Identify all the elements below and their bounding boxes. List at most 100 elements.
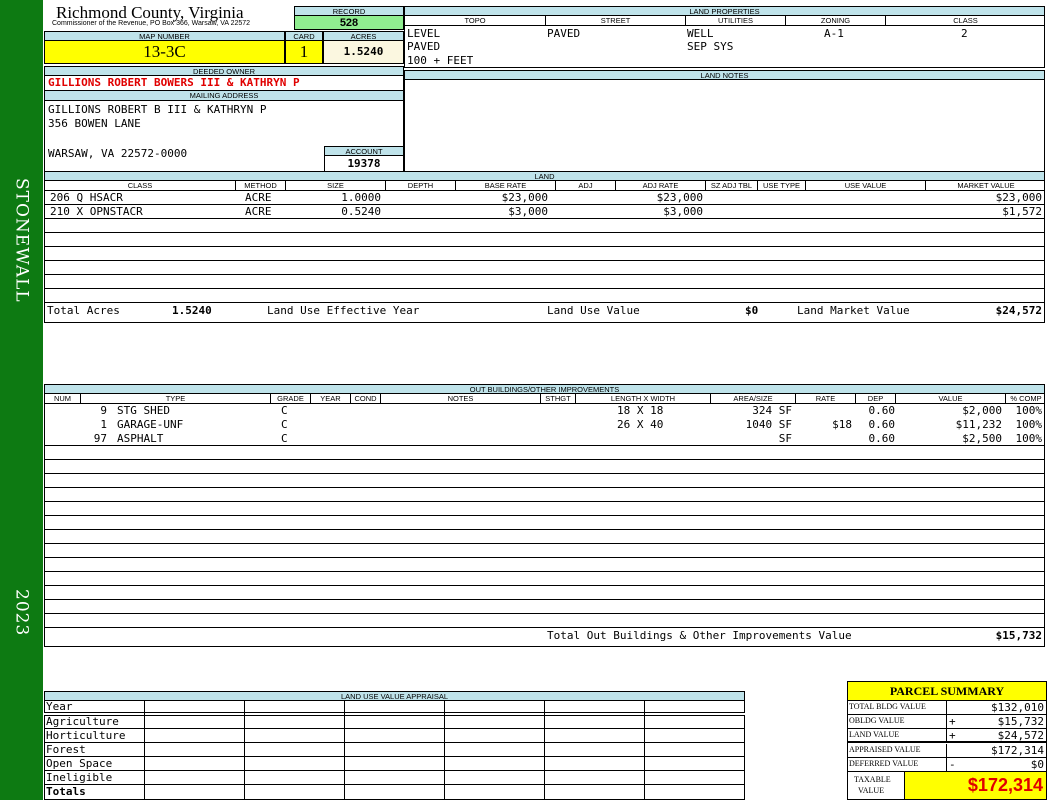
obldg-value: $15,732 — [997, 715, 1044, 728]
land-title: LAND — [44, 171, 1045, 181]
outbuildings-headers: NUM TYPE GRADE YEAR COND NOTES STHGT LEN… — [44, 394, 1045, 404]
ob-notes-header: NOTES — [380, 394, 540, 404]
utilities-1: WELL — [687, 27, 714, 40]
total-bldg-value: $132,010 — [991, 701, 1044, 714]
ob-type: ASPHALT — [117, 432, 164, 445]
deferred-value: $0 — [1030, 758, 1044, 771]
ob-sthgt-header: STHGT — [540, 394, 575, 404]
ob-year-header: YEAR — [310, 394, 350, 404]
land-sz-adj-header: SZ ADJ TBL — [705, 181, 757, 191]
ob-num: 97 — [93, 432, 107, 445]
ob-cond-header: COND — [350, 394, 380, 404]
land-adj-rate-header: ADJ RATE — [615, 181, 705, 191]
deferred-sign: - — [949, 758, 956, 771]
mailing-line-3: WARSAW, VA 22572-0000 — [48, 147, 188, 160]
table-row: 206 Q HSACR ACRE 1.0000 $23,000 $23,000 … — [45, 191, 1044, 204]
mailing-line-2: 356 BOWEN LANE — [48, 117, 141, 130]
land-method: ACRE — [245, 205, 272, 218]
summary-row: LAND VALUE + $24,572 — [848, 729, 1046, 743]
ob-type: STG SHED — [117, 404, 170, 417]
sidebar: STONEWALL 2023 — [0, 0, 43, 800]
land-size-header: SIZE — [285, 181, 385, 191]
land-method-header: METHOD — [235, 181, 285, 191]
taxable-label-1: TAXABLE — [854, 775, 891, 784]
land-class-header: CLASS — [127, 181, 153, 190]
topo-header: TOPO — [464, 16, 486, 25]
land-use-horticulture: Horticulture — [46, 729, 126, 742]
land-market-value-header: MARKET VALUE — [925, 181, 1046, 191]
ob-lxw-header: LENGTH X WIDTH — [575, 394, 710, 404]
land-size: 1.0000 — [341, 191, 381, 204]
ob-comp-header: % COMP — [1005, 394, 1046, 404]
utilities-header: UTILITIES — [685, 16, 785, 26]
land-value-label: LAND VALUE — [849, 730, 900, 739]
mailing-address-label: MAILING ADDRESS — [44, 91, 404, 101]
ob-value: $2,000 — [962, 404, 1002, 417]
land-use-value-header: USE VALUE — [805, 181, 925, 191]
ob-rate-header: RATE — [795, 394, 855, 404]
land-use-forest: Forest — [46, 743, 86, 756]
account-label: ACCOUNT — [324, 146, 404, 156]
land-use-title: LAND USE VALUE APPRAISAL — [44, 691, 745, 701]
obldg-label: OBLDG VALUE — [849, 716, 905, 725]
map-number-label: MAP NUMBER — [44, 31, 285, 41]
deferred-label: DEFERRED VALUE — [849, 759, 919, 768]
land-base-rate: $3,000 — [508, 205, 548, 218]
ob-type-header: TYPE — [80, 394, 270, 404]
total-bldg-label: TOTAL BLDG VALUE — [849, 702, 926, 711]
ob-dep: 0.60 — [868, 418, 896, 431]
land-properties-title: LAND PROPERTIES — [404, 6, 1045, 16]
land-notes-box — [404, 80, 1045, 172]
total-acres-label: Total Acres — [47, 304, 120, 317]
parcel-summary: PARCEL SUMMARY TOTAL BLDG VALUE $132,010… — [847, 681, 1047, 800]
summary-row: DEFERRED VALUE - $0 — [848, 758, 1046, 772]
deeded-owner: GILLIONS ROBERT BOWERS III & KATHRYN P — [44, 76, 404, 91]
ob-total-label: Total Out Buildings & Other Improvements… — [547, 629, 852, 642]
land-class: 206 Q HSACR — [50, 191, 123, 204]
summary-row: APPRAISED VALUE $172,314 — [848, 744, 1046, 758]
ob-rate: $18 — [832, 418, 852, 431]
land-properties-body: LEVEL PAVED 100 + FEET PAVED WELL SEP SY… — [404, 26, 1045, 68]
parcel-summary-title: PARCEL SUMMARY — [848, 682, 1046, 701]
land-adj-rate: $3,000 — [663, 205, 703, 218]
tax-year: 2023 — [11, 588, 32, 637]
deeded-owner-label: DEEDED OWNER — [44, 66, 404, 76]
land-use-type-header: USE TYPE — [757, 181, 805, 191]
land-market-value-label: Land Market Value — [797, 304, 910, 317]
ob-dep-header: DEP — [855, 394, 895, 404]
acres-value: 1.5240 — [323, 41, 404, 64]
effective-year-label: Land Use Effective Year — [267, 304, 420, 317]
land-class: 210 X OPNSTACR — [50, 205, 143, 218]
ob-grade: C — [281, 404, 288, 417]
taxable-value: $172,314 — [904, 772, 1046, 799]
land-market-value-total: $24,572 — [995, 304, 1042, 317]
appraised-value: $172,314 — [991, 744, 1044, 757]
land-use-open-space: Open Space — [46, 757, 113, 770]
ob-dep: 0.60 — [868, 404, 896, 417]
summary-row: OBLDG VALUE + $15,732 — [848, 715, 1046, 729]
appraised-label: APPRAISED VALUE — [849, 745, 921, 754]
land-use-year: Year — [46, 700, 73, 713]
land-base-rate: $23,000 — [501, 191, 548, 204]
land-use-table: Year Agriculture Horticulture Forest Ope… — [44, 700, 745, 800]
acres-label: ACRES — [323, 31, 404, 41]
utilities-2: SEP SYS — [687, 40, 734, 53]
ob-total: $15,732 — [995, 629, 1042, 642]
account-number: 19378 — [324, 156, 404, 172]
land-notes-title: LAND NOTES — [404, 70, 1045, 80]
table-row: 97 ASPHALT C SF 0.60 $2,500 100% — [45, 432, 1044, 445]
obldg-sign: + — [949, 715, 956, 728]
table-row: 9 STG SHED C 18 X 18 324 SF 0.60 $2,000 … — [45, 404, 1044, 417]
land-value: $24,572 — [997, 729, 1044, 742]
ob-grade: C — [281, 418, 288, 431]
land-table-body: 206 Q HSACR ACRE 1.0000 $23,000 $23,000 … — [44, 191, 1045, 323]
ob-comp: 100% — [1015, 404, 1043, 417]
ob-comp: 100% — [1015, 418, 1043, 431]
table-row: 1 GARAGE-UNF C 26 X 40 1040 SF $18 0.60 … — [45, 418, 1044, 431]
land-use-value: $0 — [745, 304, 759, 317]
land-size: 0.5240 — [341, 205, 381, 218]
ob-grade-header: GRADE — [270, 394, 310, 404]
land-sign: + — [949, 729, 956, 742]
ob-lxw: 26 X 40 — [617, 418, 664, 431]
land-use-value-label: Land Use Value — [547, 304, 640, 317]
